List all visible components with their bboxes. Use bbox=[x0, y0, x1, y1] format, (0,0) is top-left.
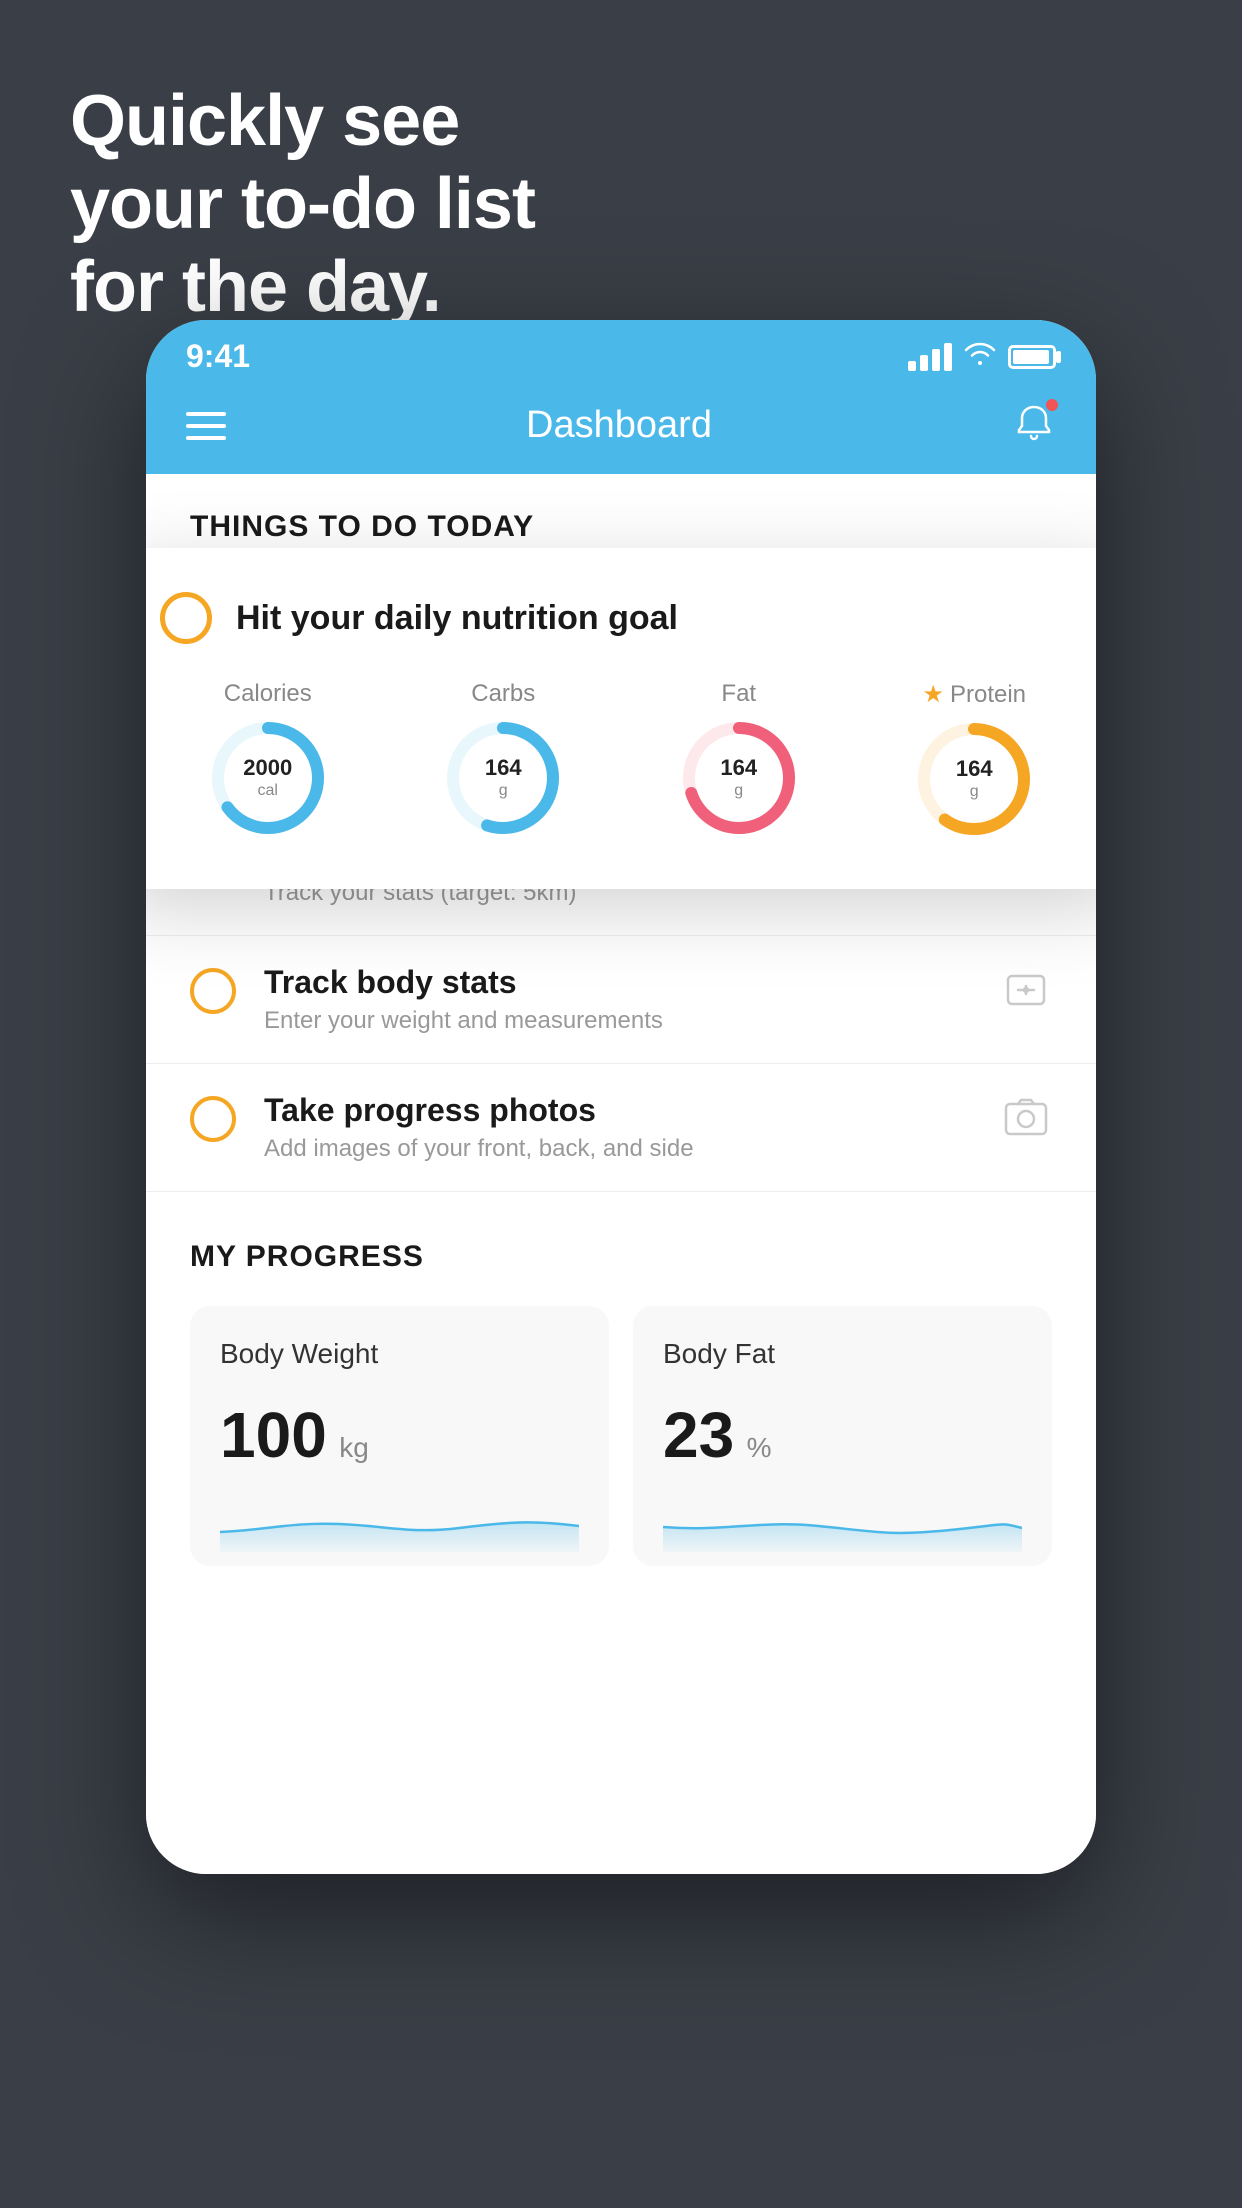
nutrition-metrics: Calories 2000cal bbox=[160, 680, 1082, 839]
notification-bell[interactable] bbox=[1012, 401, 1056, 450]
metric-carbs: Carbs 164g bbox=[443, 680, 563, 839]
menu-button[interactable] bbox=[186, 412, 226, 440]
metric-fat: Fat 164g bbox=[679, 680, 799, 839]
photos-text: Take progress photos Add images of your … bbox=[264, 1092, 972, 1163]
battery-icon bbox=[1008, 345, 1056, 369]
body-weight-title: Body Weight bbox=[220, 1338, 579, 1370]
fat-donut: 164g bbox=[679, 718, 799, 838]
todo-item-body-stats[interactable]: Track body stats Enter your weight and m… bbox=[146, 936, 1096, 1064]
carbs-label: Carbs bbox=[471, 680, 535, 708]
carbs-value: 164g bbox=[485, 755, 522, 801]
body-weight-value-row: 100 kg bbox=[220, 1398, 579, 1472]
scale-icon bbox=[1000, 964, 1052, 1016]
metric-calories: Calories 2000cal bbox=[208, 680, 328, 839]
todo-item-photos[interactable]: Take progress photos Add images of your … bbox=[146, 1064, 1096, 1192]
progress-section: MY PROGRESS Body Weight 100 kg bbox=[146, 1192, 1096, 1566]
metric-protein: ★ Protein 164g bbox=[914, 680, 1034, 839]
body-fat-unit: % bbox=[747, 1432, 772, 1463]
carbs-donut: 164g bbox=[443, 718, 563, 838]
body-fat-chart bbox=[663, 1492, 1022, 1552]
photo-icon bbox=[1000, 1092, 1052, 1144]
photos-title: Take progress photos bbox=[264, 1092, 972, 1129]
body-fat-card: Body Fat 23 % bbox=[633, 1306, 1052, 1566]
protein-donut: 164g bbox=[914, 719, 1034, 839]
nav-bar: Dashboard bbox=[146, 383, 1096, 474]
calories-label: Calories bbox=[224, 680, 312, 708]
nutrition-card: Hit your daily nutrition goal Calories bbox=[146, 548, 1096, 889]
calories-value: 2000cal bbox=[243, 755, 292, 801]
body-weight-card: Body Weight 100 kg bbox=[190, 1306, 609, 1566]
body-stats-text: Track body stats Enter your weight and m… bbox=[264, 964, 972, 1035]
phone-container: 9:41 bbox=[146, 320, 1096, 1874]
phone-screen: 9:41 bbox=[146, 320, 1096, 1874]
body-weight-chart bbox=[220, 1492, 579, 1552]
status-time: 9:41 bbox=[186, 338, 250, 375]
body-fat-title: Body Fat bbox=[663, 1338, 1022, 1370]
nutrition-card-header: Hit your daily nutrition goal bbox=[160, 592, 1082, 644]
status-icons bbox=[908, 339, 1056, 374]
progress-cards: Body Weight 100 kg bbox=[190, 1306, 1052, 1566]
nutrition-card-title: Hit your daily nutrition goal bbox=[236, 599, 678, 638]
progress-heading: MY PROGRESS bbox=[190, 1240, 1052, 1274]
notification-dot bbox=[1044, 397, 1060, 413]
fat-value: 164g bbox=[720, 755, 757, 801]
signal-icon bbox=[908, 343, 952, 371]
body-fat-value-row: 23 % bbox=[663, 1398, 1022, 1472]
body-stats-check-circle[interactable] bbox=[190, 968, 236, 1014]
body-weight-value: 100 bbox=[220, 1399, 327, 1471]
hero-title: Quickly see your to-do list for the day. bbox=[70, 80, 535, 328]
body-fat-value: 23 bbox=[663, 1399, 734, 1471]
protein-star-icon: ★ bbox=[922, 680, 944, 709]
wifi-icon bbox=[964, 339, 996, 374]
nav-title: Dashboard bbox=[526, 404, 712, 447]
body-stats-subtitle: Enter your weight and measurements bbox=[264, 1007, 972, 1035]
calories-donut: 2000cal bbox=[208, 718, 328, 838]
protein-value: 164g bbox=[956, 756, 993, 802]
photos-subtitle: Add images of your front, back, and side bbox=[264, 1135, 972, 1163]
protein-label: ★ Protein bbox=[922, 680, 1026, 709]
fat-label: Fat bbox=[721, 680, 756, 708]
todo-wrapper: Hit your daily nutrition goal Calories bbox=[146, 568, 1096, 1192]
phone-content: THINGS TO DO TODAY Hit your daily nutrit… bbox=[146, 474, 1096, 1874]
body-weight-unit: kg bbox=[339, 1432, 369, 1463]
body-stats-title: Track body stats bbox=[264, 964, 972, 1001]
photos-check-circle[interactable] bbox=[190, 1096, 236, 1142]
status-bar: 9:41 bbox=[146, 320, 1096, 383]
nutrition-check-circle[interactable] bbox=[160, 592, 212, 644]
